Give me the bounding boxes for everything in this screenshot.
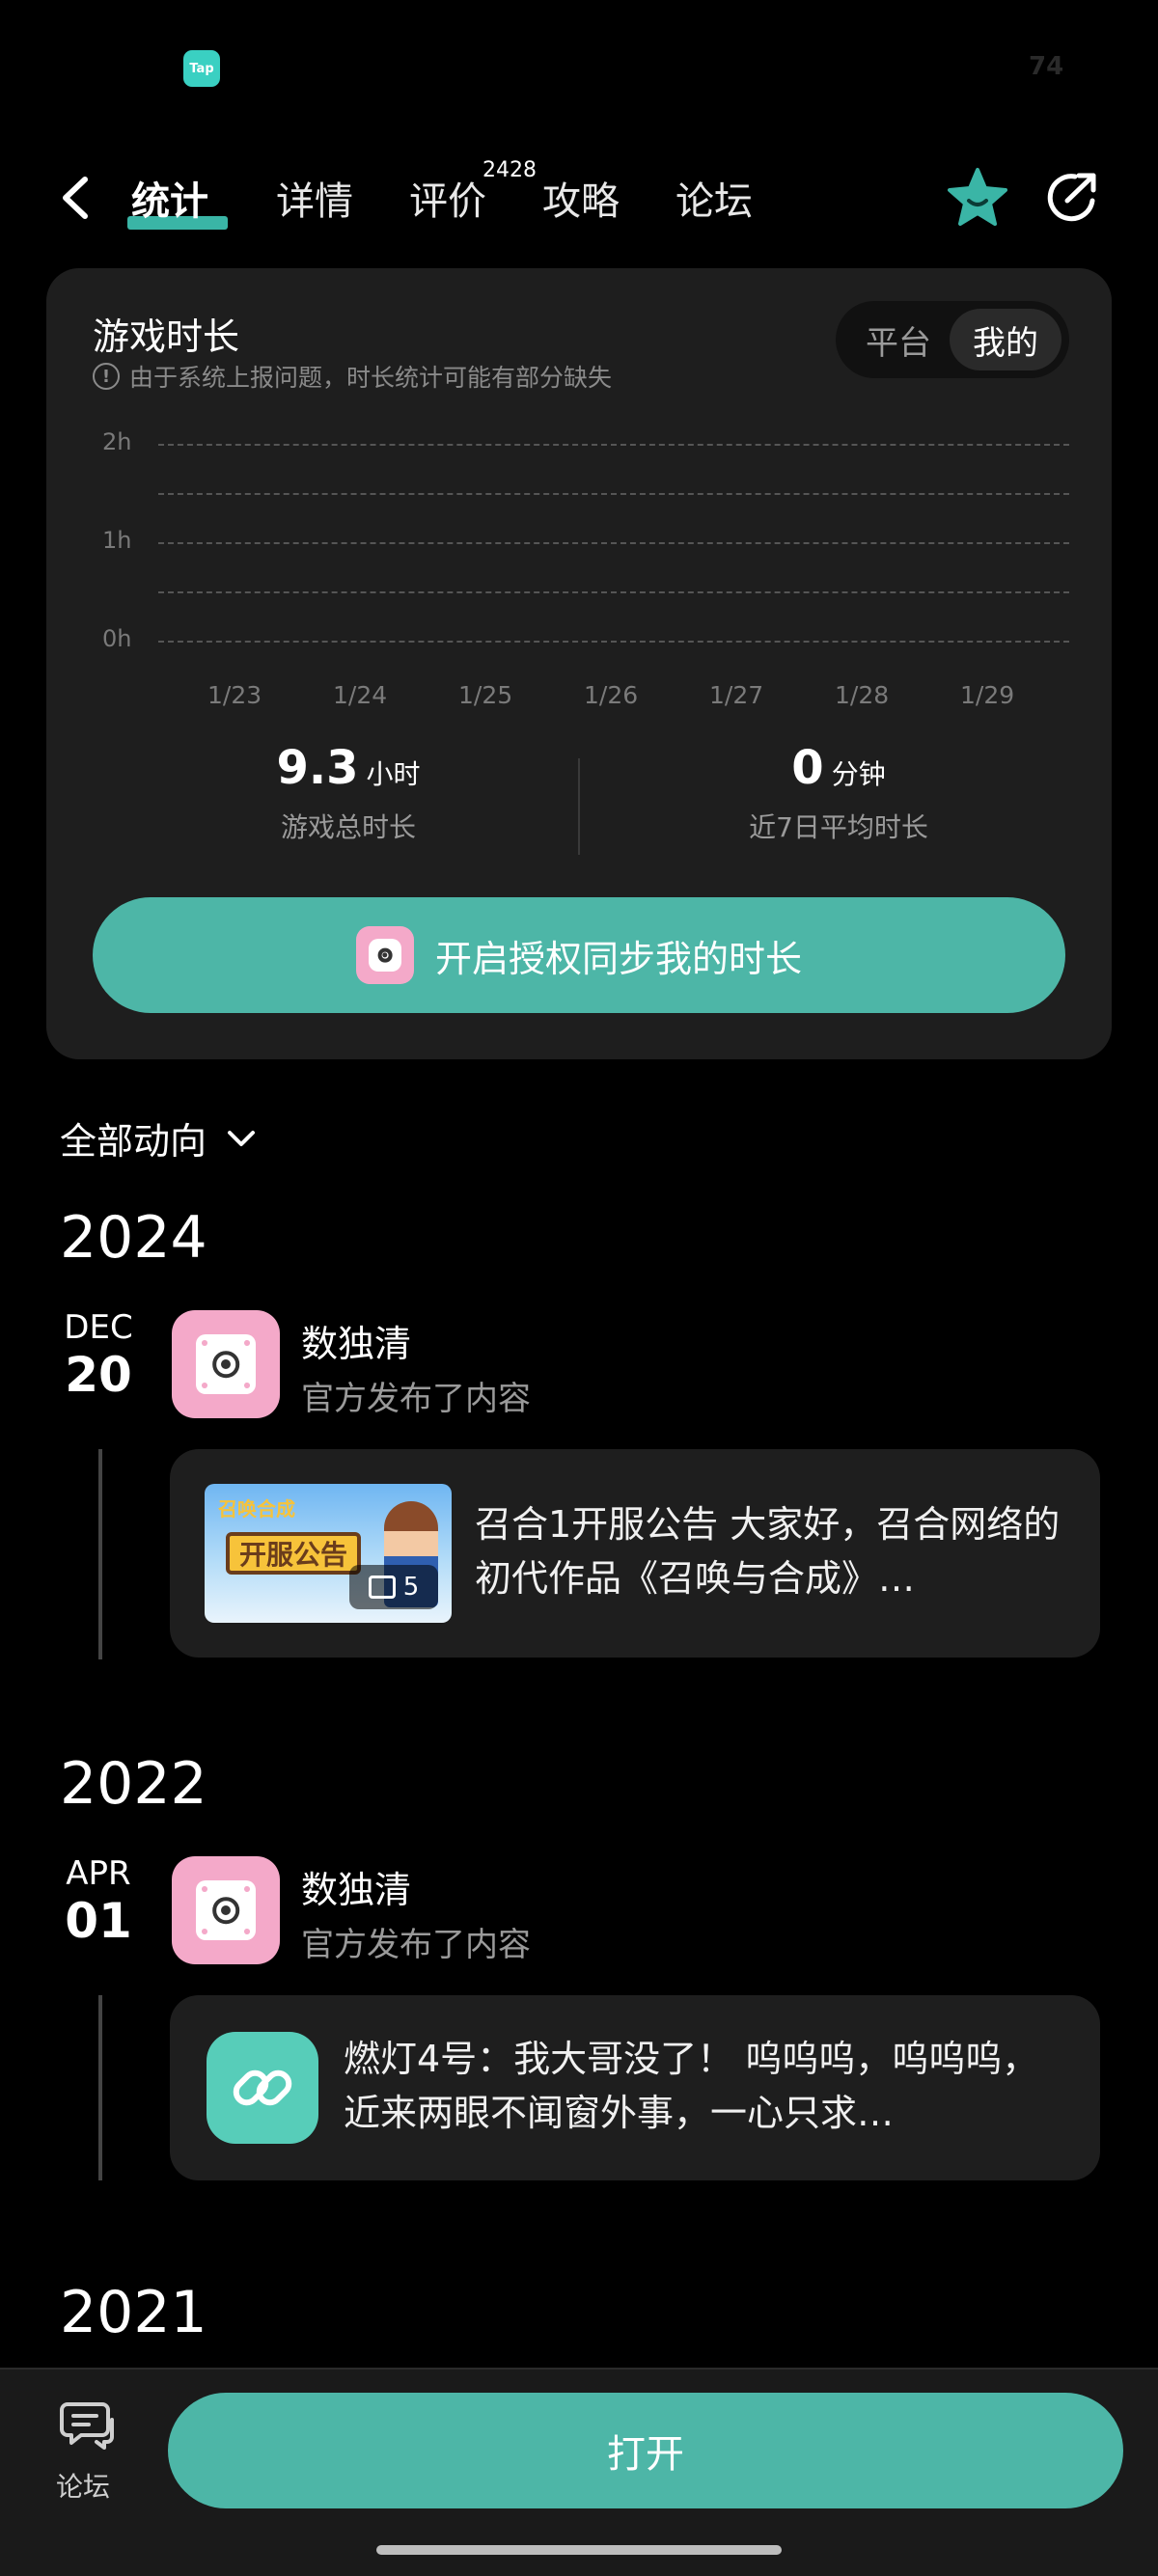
y-tick-label: 1h bbox=[102, 527, 132, 554]
image-icon bbox=[368, 1576, 396, 1599]
card-title: 游戏时长 bbox=[93, 315, 240, 358]
post-card[interactable]: 召唤合成 开服公告 5 召合1开服公告 大家好，召合网络的初代作品《召唤与合成》… bbox=[170, 1449, 1100, 1658]
avg-unit: 分钟 bbox=[831, 758, 886, 790]
open-game-button[interactable]: 打开 bbox=[168, 2393, 1123, 2508]
info-icon: ! bbox=[93, 363, 120, 390]
sudoku-app-icon[interactable] bbox=[172, 1310, 280, 1418]
post-excerpt: 召合1开服公告 大家好，召合网络的初代作品《召唤与合成》… bbox=[475, 1503, 1061, 1600]
link-icon bbox=[207, 2032, 318, 2144]
favorite-star-icon[interactable] bbox=[946, 166, 1009, 230]
sudoku-app-icon[interactable] bbox=[172, 1856, 280, 1964]
post-author[interactable]: 数独清 bbox=[301, 1860, 411, 1913]
post-action: 官方发布了内容 bbox=[301, 1380, 531, 1418]
data-notice: ! 由于系统上报问题，时长统计可能有部分缺失 bbox=[93, 359, 612, 394]
status-bar: Tap 74 bbox=[0, 0, 1158, 135]
tap-app-icon: Tap bbox=[183, 50, 220, 87]
home-indicator[interactable] bbox=[376, 2545, 782, 2555]
play-time-card: 游戏时长 ! 由于系统上报问题，时长统计可能有部分缺失 平台 我的 2h 1h … bbox=[46, 268, 1112, 1059]
total-play-time: 9.3 小时 游戏总时长 bbox=[122, 741, 575, 845]
post-month: DEC bbox=[64, 1308, 133, 1347]
thumbnail-game-title: 召唤合成 bbox=[218, 1497, 295, 1521]
x-tick-label: 1/25 bbox=[458, 681, 513, 709]
tab-stats[interactable]: 统计 bbox=[131, 170, 208, 226]
total-value: 9.3 bbox=[276, 741, 359, 795]
avg-label: 近7日平均时长 bbox=[749, 811, 928, 843]
image-count-badge: 5 bbox=[349, 1565, 438, 1609]
tab-forum[interactable]: 论坛 bbox=[676, 170, 753, 226]
post-day: 20 bbox=[65, 1347, 132, 1403]
reviews-count-badge: 2428 bbox=[482, 158, 537, 182]
total-unit: 小时 bbox=[366, 758, 421, 790]
post-thumbnail: 召唤合成 开服公告 5 bbox=[205, 1484, 452, 1623]
top-navigation: 统计 详情 评价 2428 攻略 论坛 bbox=[0, 145, 1158, 251]
y-tick-label: 0h bbox=[102, 625, 132, 652]
thumbnail-sign: 开服公告 bbox=[226, 1532, 361, 1575]
post-excerpt: 燃灯4号：我大哥没了！ 呜呜呜，呜呜呜，近来两眼不闻窗外事，一心只求… bbox=[344, 2038, 1039, 2134]
tab-reviews[interactable]: 评价 bbox=[409, 170, 486, 226]
play-time-chart: 2h 1h 0h bbox=[46, 428, 1112, 652]
post-day: 01 bbox=[65, 1893, 132, 1949]
post-card[interactable]: 燃灯4号：我大哥没了！ 呜呜呜，呜呜呜，近来两眼不闻窗外事，一心只求… bbox=[170, 1995, 1100, 2180]
timeline-line bbox=[98, 1995, 102, 2180]
post-month: APR bbox=[66, 1854, 131, 1893]
x-tick-label: 1/28 bbox=[835, 681, 890, 709]
y-tick-label: 2h bbox=[102, 428, 132, 455]
bottom-action-bar: 论坛 打开 bbox=[0, 2368, 1158, 2576]
notice-text: 由于系统上报问题，时长统计可能有部分缺失 bbox=[129, 364, 613, 392]
sync-button-label: 开启授权同步我的时长 bbox=[434, 937, 802, 980]
grid-line bbox=[158, 591, 1069, 593]
battery-level: 74 bbox=[1029, 52, 1064, 81]
sudoku-app-icon bbox=[355, 926, 414, 984]
sync-play-time-button[interactable]: 开启授权同步我的时长 bbox=[93, 897, 1065, 1013]
grid-line bbox=[158, 641, 1069, 643]
x-tick-label: 1/29 bbox=[960, 681, 1015, 709]
x-tick-label: 1/23 bbox=[207, 681, 262, 709]
share-icon[interactable] bbox=[1042, 168, 1102, 228]
back-arrow-icon[interactable] bbox=[56, 174, 98, 222]
total-label: 游戏总时长 bbox=[280, 811, 416, 843]
forum-chat-icon[interactable] bbox=[60, 2397, 118, 2451]
forum-label: 论坛 bbox=[56, 2471, 111, 2503]
filter-label: 全部动向 bbox=[60, 1120, 207, 1163]
year-heading: 2021 bbox=[60, 2279, 207, 2346]
x-tick-label: 1/26 bbox=[584, 681, 639, 709]
x-tick-label: 1/27 bbox=[709, 681, 764, 709]
tab-details[interactable]: 详情 bbox=[276, 170, 353, 226]
grid-line bbox=[158, 542, 1069, 544]
year-heading: 2024 bbox=[60, 1204, 207, 1272]
timeline-line bbox=[98, 1449, 102, 1659]
image-count: 5 bbox=[402, 1573, 420, 1602]
toggle-mine[interactable]: 我的 bbox=[950, 309, 1062, 370]
avg-value: 0 bbox=[791, 741, 824, 795]
grid-line bbox=[158, 493, 1069, 495]
year-heading: 2022 bbox=[60, 1750, 207, 1818]
toggle-platform[interactable]: 平台 bbox=[845, 309, 951, 370]
activity-filter-dropdown[interactable]: 全部动向 bbox=[60, 1111, 259, 1165]
x-tick-label: 1/24 bbox=[333, 681, 388, 709]
avg-play-time: 0 分钟 近7日平均时长 bbox=[612, 741, 1065, 845]
source-toggle: 平台 我的 bbox=[836, 301, 1069, 378]
post-action: 官方发布了内容 bbox=[301, 1926, 531, 1964]
post-author[interactable]: 数独清 bbox=[301, 1314, 411, 1367]
grid-line bbox=[158, 444, 1069, 446]
stat-divider bbox=[578, 758, 580, 855]
chevron-down-icon bbox=[228, 1130, 256, 1146]
tab-guides[interactable]: 攻略 bbox=[542, 170, 620, 226]
